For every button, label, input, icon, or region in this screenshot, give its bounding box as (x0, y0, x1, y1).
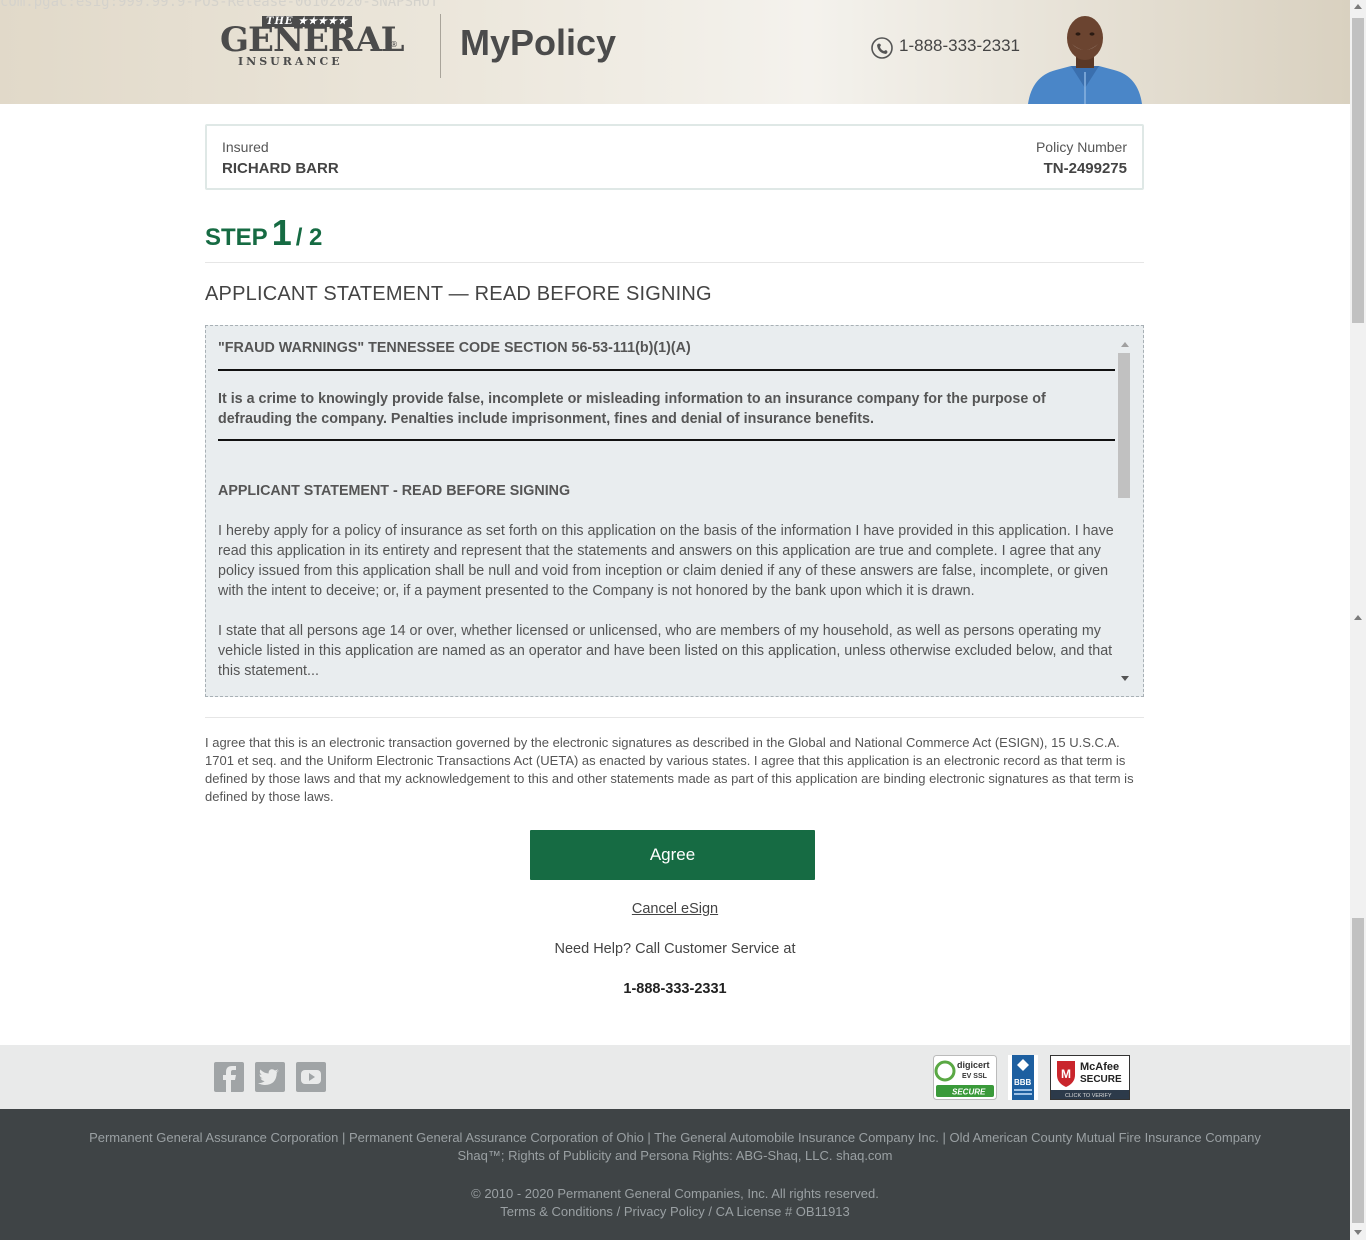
terms-conditions-link[interactable]: Terms & Conditions (500, 1204, 613, 1219)
header-divider (440, 14, 441, 78)
link-separator: / (616, 1204, 621, 1219)
fraud-warning-heading: "FRAUD WARNINGS" TENNESSEE CODE SECTION … (218, 340, 691, 356)
digicert-type: EV SSL (962, 1073, 988, 1080)
statement-paragraph: I hereby apply for a policy of insurance… (218, 523, 1114, 599)
applicant-statement-scrollbox[interactable]: "FRAUD WARNINGS" TENNESSEE CODE SECTION … (205, 325, 1144, 697)
step-label: STEP (205, 224, 268, 251)
digicert-status: SECURE (952, 1088, 986, 1097)
scrollbar-thumb[interactable] (1352, 18, 1364, 323)
scrollbar-thumb[interactable] (1352, 918, 1364, 1223)
mcafee-cta: CLICK TO VERIFY (1065, 1093, 1112, 1099)
scroll-up-arrow-icon[interactable] (1121, 342, 1129, 347)
app-title: MyPolicy (460, 22, 617, 63)
ca-license: / CA License # OB11913 (708, 1204, 850, 1219)
fraud-warning-text: It is a crime to knowingly provide false… (218, 391, 1046, 427)
site-header: GENERAL THE ★★★★★ INSURANCE ® MyPolicy 1… (0, 0, 1350, 104)
facebook-icon[interactable] (214, 1062, 244, 1092)
rule (218, 439, 1115, 441)
statement-scrollbar-thumb[interactable] (1118, 353, 1130, 498)
twitter-icon[interactable] (255, 1062, 285, 1092)
svg-text:M: M (1061, 1067, 1071, 1081)
divider (205, 717, 1144, 718)
mcafee-name: McAfee (1080, 1061, 1119, 1073)
policy-number-label: Policy Number (1035, 139, 1127, 155)
step-total: / 2 (295, 224, 323, 251)
digicert-ev-ssl-badge[interactable]: digicert EV SSL SECURE (933, 1055, 997, 1100)
page-scrollbar[interactable] (1350, 0, 1366, 1240)
footer-shaq-rights: Shaq™; Rights of Publicity and Persona R… (457, 1148, 893, 1163)
footer-legal: Permanent General Assurance Corporation … (0, 1109, 1350, 1240)
help-text: Need Help? Call Customer Service at (554, 941, 796, 957)
bbb-accredited-badge[interactable]: BBB (1008, 1055, 1038, 1100)
divider (205, 262, 1144, 263)
youtube-icon[interactable] (296, 1062, 326, 1092)
scroll-up-arrow-icon[interactable] (1354, 4, 1362, 9)
statement-paragraph: I state that all persons age 14 or over,… (218, 623, 1113, 679)
scroll-down-arrow-icon[interactable] (1354, 1230, 1362, 1235)
applicant-statement-heading: APPLICANT STATEMENT - READ BEFORE SIGNIN… (218, 483, 571, 499)
scroll-up-arrow-icon[interactable] (1354, 615, 1362, 620)
rule (218, 369, 1115, 371)
help-phone-number[interactable]: 1-888-333-2331 (0, 981, 1350, 997)
build-version-tag: com.pgac:esig:999.99.9-POS-Release-06102… (0, 0, 439, 10)
policy-info-card: Insured RICHARD BARR Policy Number TN-24… (205, 124, 1144, 190)
logo-insurance: INSURANCE (238, 55, 343, 68)
policy-number: TN-2499275 (1043, 160, 1127, 177)
digicert-name: digicert (957, 1060, 990, 1070)
cancel-esign-link[interactable]: Cancel eSign (0, 901, 1350, 917)
esign-consent-text: I agree that this is an electronic trans… (205, 735, 1134, 804)
footer-copyright: © 2010 - 2020 Permanent General Companie… (471, 1186, 879, 1201)
scroll-down-arrow-icon[interactable] (1121, 676, 1129, 681)
phone-icon (871, 37, 893, 59)
spokesperson-photo (1028, 16, 1142, 104)
bbb-name: BBB (1014, 1078, 1032, 1087)
section-title: APPLICANT STATEMENT — READ BEFORE SIGNIN… (205, 283, 712, 305)
the-general-logo[interactable]: GENERAL THE ★★★★★ INSURANCE ® (220, 14, 404, 72)
mcafee-secure-badge[interactable]: M McAfee SECURE CLICK TO VERIFY (1050, 1055, 1130, 1100)
mcafee-status: SECURE (1080, 1074, 1122, 1085)
logo-the-stars: THE ★★★★★ (262, 16, 352, 27)
statement-scrollbar[interactable] (1118, 336, 1132, 688)
footer-social-bar: digicert EV SSL SECURE BBB M McAfee SECU… (0, 1045, 1350, 1109)
footer-companies: Permanent General Assurance Corporation … (89, 1130, 1261, 1145)
insured-label: Insured (222, 139, 269, 155)
footer-links: Terms & Conditions / Privacy Policy / CA… (0, 1204, 1350, 1219)
privacy-policy-link[interactable]: Privacy Policy (624, 1204, 705, 1219)
insured-name: RICHARD BARR (222, 160, 339, 177)
header-phone-number[interactable]: 1-888-333-2331 (899, 36, 1020, 56)
step-indicator: STEP 1/ 2 (205, 212, 322, 254)
step-current: 1 (271, 212, 292, 253)
agree-button[interactable]: Agree (530, 830, 815, 880)
logo-registered-mark: ® (390, 40, 398, 49)
